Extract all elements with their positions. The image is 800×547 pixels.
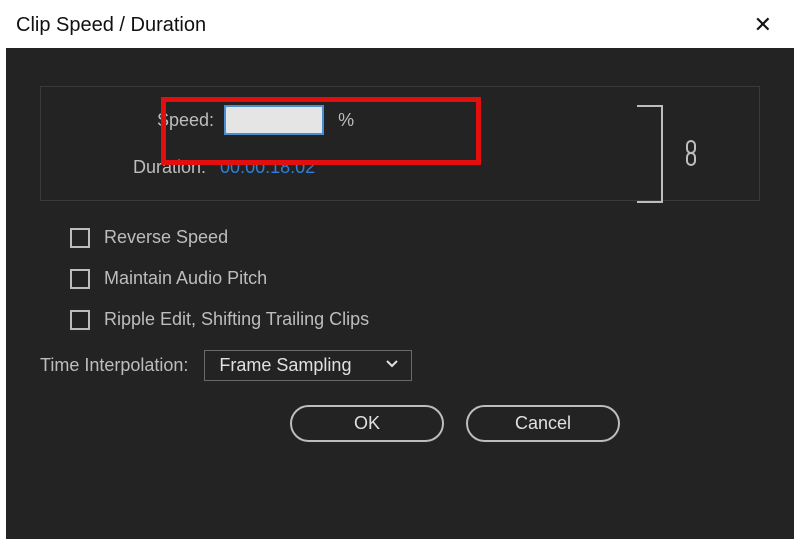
duration-value[interactable]: 00:00:18:02 [220,157,315,178]
time-interpolation-value: Frame Sampling [219,355,351,376]
speed-label: Speed: [157,110,214,131]
time-interpolation-row: Time Interpolation: Frame Sampling [40,350,764,381]
reverse-speed-label: Reverse Speed [104,227,228,248]
checkbox-list: Reverse Speed Maintain Audio Pitch Rippl… [70,227,764,330]
link-icon[interactable] [681,139,701,167]
chevron-down-icon [385,355,399,376]
titlebar: Clip Speed / Duration ✕ [0,0,800,48]
checkbox-box [70,269,90,289]
speed-percent-label: % [338,110,354,131]
ripple-edit-label: Ripple Edit, Shifting Trailing Clips [104,309,369,330]
dialog-panel: Speed: % Duration: 00:00:18:02 Reverse S… [6,48,794,539]
speed-input[interactable] [224,105,324,135]
ripple-edit-checkbox[interactable]: Ripple Edit, Shifting Trailing Clips [70,309,764,330]
duration-label: Duration: [133,157,206,178]
cancel-button[interactable]: Cancel [466,405,620,442]
link-bracket [637,105,663,203]
checkbox-box [70,310,90,330]
maintain-audio-pitch-checkbox[interactable]: Maintain Audio Pitch [70,268,764,289]
reverse-speed-checkbox[interactable]: Reverse Speed [70,227,764,248]
dialog-buttons: OK Cancel [146,405,764,442]
maintain-audio-pitch-label: Maintain Audio Pitch [104,268,267,289]
time-interpolation-label: Time Interpolation: [40,355,188,376]
ok-button[interactable]: OK [290,405,444,442]
time-interpolation-select[interactable]: Frame Sampling [204,350,412,381]
close-icon[interactable]: ✕ [746,10,780,40]
speed-duration-group: Speed: % Duration: 00:00:18:02 [40,86,760,201]
window-title: Clip Speed / Duration [16,14,206,37]
checkbox-box [70,228,90,248]
